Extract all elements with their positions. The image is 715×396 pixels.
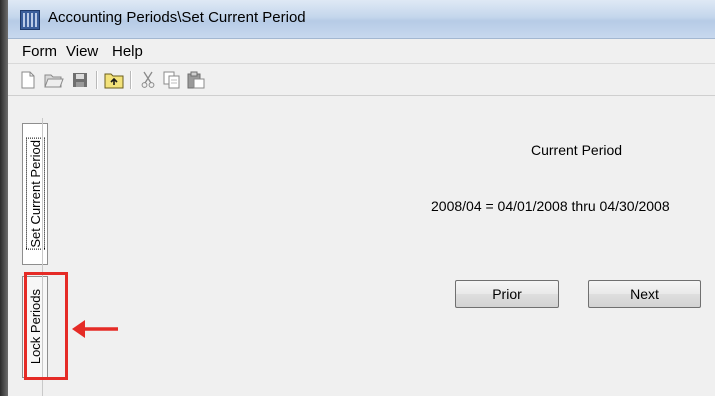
save-icon[interactable] xyxy=(70,70,90,90)
menu-help[interactable]: Help xyxy=(112,43,143,60)
new-document-icon[interactable] xyxy=(18,70,38,90)
toolbar xyxy=(8,65,715,96)
tab-set-current-period[interactable]: Set Current Period xyxy=(22,123,48,265)
copy-icon[interactable] xyxy=(162,70,182,90)
paste-icon[interactable] xyxy=(186,70,206,90)
up-folder-icon[interactable] xyxy=(104,70,124,90)
title-bar[interactable]: Accounting Periods\Set Current Period xyxy=(8,0,715,39)
menu-form[interactable]: Form xyxy=(22,43,57,60)
window-title: Accounting Periods\Set Current Period xyxy=(48,9,306,26)
toolbar-separator xyxy=(130,71,131,89)
app-grid-icon xyxy=(20,10,40,30)
toolbar-separator xyxy=(96,71,97,89)
prior-button[interactable]: Prior xyxy=(455,280,559,308)
app-window: Accounting Periods\Set Current Period Fo… xyxy=(8,0,715,396)
current-period-heading: Current Period xyxy=(531,142,623,158)
desktop-edge xyxy=(0,0,8,396)
menu-bar: Form View Help xyxy=(8,39,715,64)
open-folder-icon[interactable] xyxy=(44,70,64,90)
annotation-highlight-box xyxy=(24,272,68,380)
next-button[interactable]: Next xyxy=(588,280,701,308)
cut-icon[interactable] xyxy=(138,70,158,90)
period-range-text: 2008/04 = 04/01/2008 thru 04/30/2008 xyxy=(431,198,670,214)
annotation-arrow-icon xyxy=(72,320,118,338)
menu-view[interactable]: View xyxy=(66,43,98,60)
tab-set-current-period-label: Set Current Period xyxy=(25,138,45,250)
